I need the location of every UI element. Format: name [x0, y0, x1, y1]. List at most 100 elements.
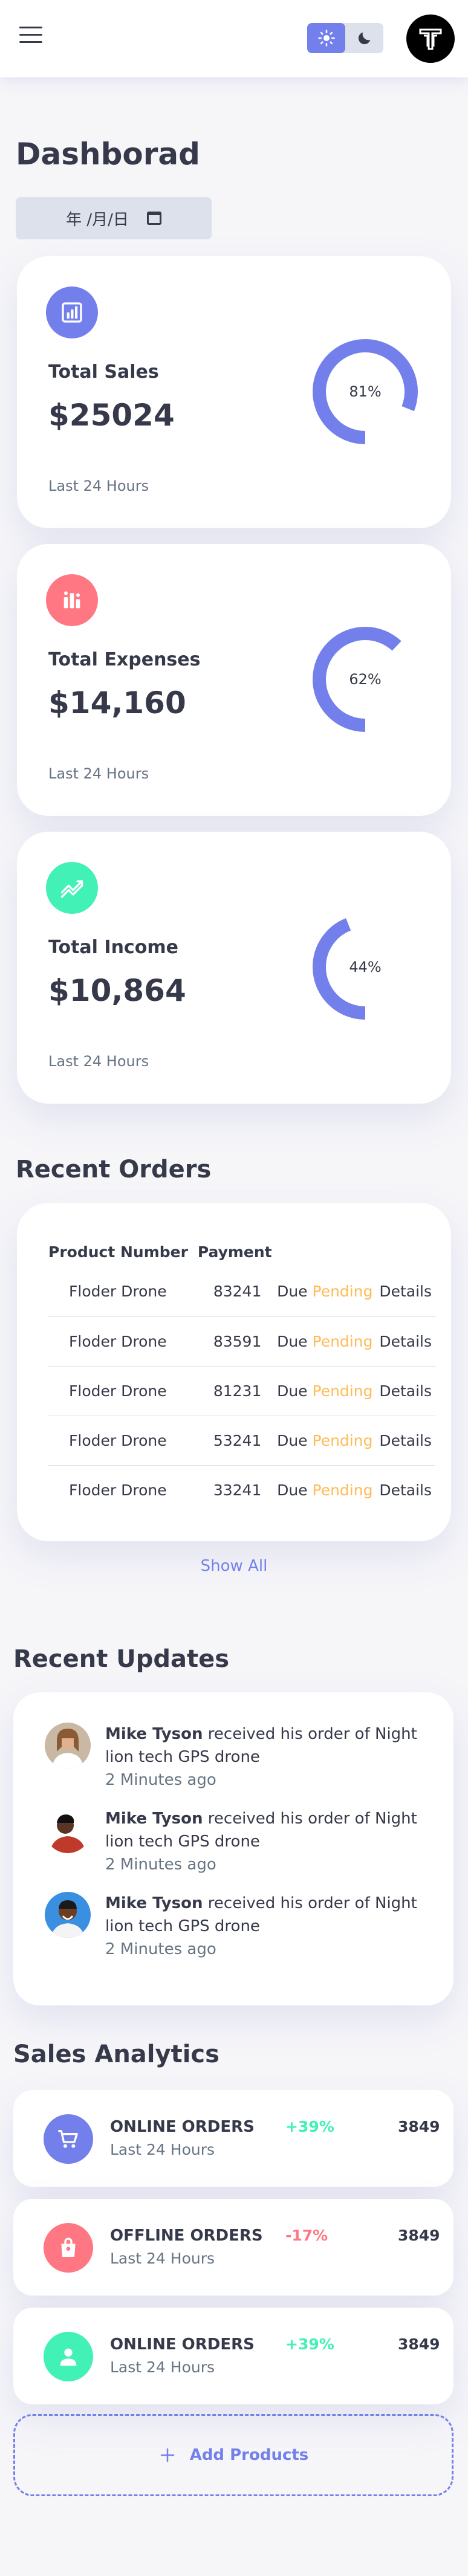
trending-up-icon [46, 862, 98, 914]
update-time: 2 Minutes ago [105, 1940, 216, 1958]
person-icon [44, 2332, 93, 2381]
page-title: Dashborad [16, 137, 200, 172]
sales-item-offline-orders: OFFLINE ORDERS Last 24 Hours -17% 3849 [13, 2199, 453, 2296]
bar-chart-icon [46, 286, 98, 338]
top-bar [0, 0, 468, 77]
sales-period: Last 24 Hours [110, 2358, 215, 2376]
insight-card-income: Total Income $10,864 Last 24 Hours 44% [17, 832, 451, 1104]
shopping-cart-icon [44, 2114, 93, 2164]
avatar [45, 1807, 91, 1853]
insight-period: Last 24 Hours [48, 1053, 149, 1070]
stacked-bars-icon [46, 574, 98, 626]
product-number: 81231 [197, 1366, 278, 1416]
order-status: Pending [312, 1481, 373, 1499]
order-status-cell: Due Pending [277, 1316, 380, 1367]
details-link[interactable]: Details [379, 1283, 432, 1300]
date-placeholder: 年 /月/日 [66, 210, 129, 229]
product-name: Floder Drone [48, 1316, 198, 1367]
details-link[interactable]: Details [379, 1382, 432, 1400]
show-all-link[interactable]: Show All [0, 1557, 468, 1575]
order-status-cell: Due Pending [277, 1465, 379, 1515]
progress-percent: 81% [349, 383, 382, 400]
column-header: Payment [197, 1243, 272, 1261]
sales-title: OFFLINE ORDERS [110, 2227, 263, 2245]
column-header: Product Number [48, 1243, 188, 1261]
date-input[interactable]: 年 /月/日 [16, 197, 212, 239]
payment-status: Due [277, 1481, 308, 1499]
update-name: Mike Tyson [105, 1725, 203, 1743]
insight-label: Total Sales [48, 361, 159, 383]
theme-toggler[interactable] [307, 23, 383, 53]
product-number: 83591 [197, 1316, 278, 1367]
sales-change: +39% [285, 2118, 334, 2135]
insight-period: Last 24 Hours [48, 765, 149, 782]
recent-updates-title: Recent Updates [13, 1645, 230, 1673]
recent-orders-title: Recent Orders [16, 1156, 212, 1183]
moon-icon[interactable] [345, 23, 383, 53]
recent-updates-card: Mike Tyson received his order of Night l… [13, 1692, 453, 2005]
update-name: Mike Tyson [105, 1810, 203, 1828]
menu-icon[interactable] [19, 27, 42, 45]
details-link[interactable]: Details [379, 1333, 432, 1350]
order-status: Pending [312, 1283, 373, 1301]
insight-label: Total Expenses [48, 649, 201, 670]
recent-orders-card: Product Number Payment Floder Drone 83241… [17, 1203, 451, 1541]
order-status: Pending [312, 1382, 373, 1400]
update-time: 2 Minutes ago [105, 1771, 216, 1789]
payment-status: Due [277, 1382, 308, 1400]
update-text: Mike Tyson received his order of Night l… [105, 1723, 432, 1791]
sales-count: 3849 [398, 2335, 440, 2353]
payment-status: Due [277, 1332, 308, 1350]
payment-status: Due [277, 1283, 308, 1301]
sales-analytics-title: Sales Analytics [13, 2040, 219, 2068]
orders-table: Product Number Payment Floder Drone 83241… [48, 1237, 435, 1515]
details-link[interactable]: Details [379, 1432, 432, 1449]
product-name: Floder Drone [48, 1267, 198, 1317]
sun-icon[interactable] [307, 23, 345, 53]
table-row: Floder Drone 81231 Due Pending Details [48, 1366, 435, 1416]
payment-status: Due [277, 1431, 308, 1449]
product-number: 83241 [197, 1267, 278, 1317]
sales-period: Last 24 Hours [110, 2141, 215, 2158]
details-link[interactable]: Details [379, 1481, 432, 1499]
avatar [45, 1723, 91, 1769]
product-name: Floder Drone [48, 1366, 198, 1416]
add-products-label: Add Products [189, 2446, 309, 2464]
progress-ring: 62% [307, 621, 423, 737]
order-status: Pending [312, 1332, 373, 1350]
update-name: Mike Tyson [105, 1894, 203, 1912]
sales-item-online-orders-2: ONLINE ORDERS Last 24 Hours +39% 3849 [13, 2308, 453, 2404]
calendar-icon[interactable] [146, 212, 161, 225]
progress-ring: 44% [307, 909, 423, 1025]
progress-percent: 44% [349, 959, 382, 976]
product-number: 33241 [213, 1481, 262, 1499]
product-name: Floder Drone [69, 1481, 167, 1499]
order-status: Pending [312, 1431, 373, 1449]
table-row: Floder Drone 83241 Due Pending Details [48, 1267, 435, 1317]
progress-percent: 62% [349, 671, 382, 688]
table-row: Floder Drone 83591 Due Pending Details [48, 1316, 435, 1367]
plus-icon [160, 2448, 174, 2462]
update-text: Mike Tyson received his order of Night l… [105, 1807, 432, 1876]
sales-item-online-orders: ONLINE ORDERS Last 24 Hours +39% 3849 [13, 2090, 453, 2187]
sales-count: 3849 [398, 2227, 440, 2244]
insight-value: $10,864 [48, 973, 186, 1008]
product-name: Floder Drone [48, 1416, 198, 1466]
insight-value: $14,160 [48, 685, 186, 720]
table-row: Floder Drone 53241 Due Pending Details [48, 1416, 435, 1466]
insight-period: Last 24 Hours [48, 477, 149, 494]
avatar [45, 1892, 91, 1938]
sales-title: ONLINE ORDERS [110, 2335, 255, 2354]
sales-period: Last 24 Hours [110, 2250, 215, 2267]
insight-card-expenses: Total Expenses $14,160 Last 24 Hours 62% [17, 544, 451, 816]
insight-value: $25024 [48, 398, 175, 433]
order-status-cell: Due Pending [277, 1366, 380, 1416]
sales-count: 3849 [398, 2118, 440, 2135]
add-products-button[interactable]: Add Products [13, 2414, 453, 2496]
progress-ring: 81% [307, 334, 423, 450]
sales-change: -17% [285, 2227, 328, 2244]
logo [406, 15, 455, 63]
order-status-cell: Due Pending [277, 1416, 380, 1466]
insight-label: Total Income [48, 937, 178, 958]
update-text: Mike Tyson received his order of Night l… [105, 1892, 432, 1961]
